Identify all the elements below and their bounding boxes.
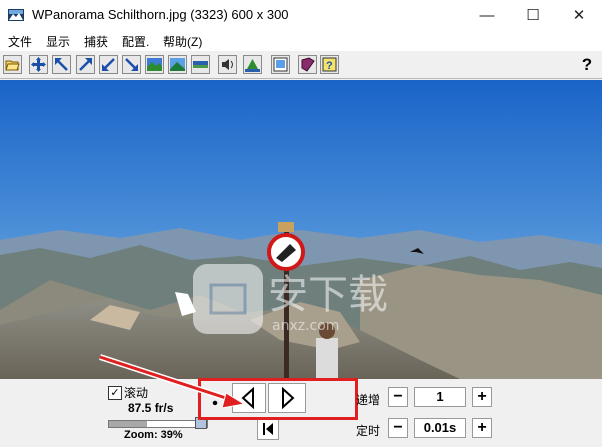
scroll-checkbox[interactable]: ✓ [108, 386, 122, 400]
menu-bar: 文件 显示 捕获 配置. 帮助(Z) [0, 30, 602, 51]
close-button[interactable]: ✕ [556, 0, 602, 30]
highlight-box [198, 378, 358, 420]
arrow-diagonal-down-button[interactable] [99, 55, 118, 74]
minimize-button[interactable]: — [464, 0, 510, 30]
menu-capture[interactable]: 捕获 [84, 33, 108, 50]
speed-readout: 87.5 fr/s [128, 401, 174, 415]
open-file-button[interactable] [3, 55, 22, 74]
zoom-label: Zoom: 39% [124, 429, 183, 441]
increment-value-field[interactable]: 1 [414, 387, 466, 407]
increment-label: 递增 [356, 393, 381, 407]
help-book-button[interactable]: ? [320, 55, 339, 74]
svg-text:?: ? [326, 60, 333, 72]
landscape-view-button[interactable] [145, 55, 164, 74]
window-title: WPanorama Schilthorn.jpg (3323) 600 x 30… [32, 7, 289, 22]
sound-button[interactable] [218, 55, 237, 74]
menu-file[interactable]: 文件 [8, 33, 32, 50]
increment-minus-button[interactable]: − [388, 387, 408, 407]
skip-back-icon [258, 423, 278, 442]
landscape-gradient-button[interactable] [168, 55, 187, 74]
arrow-diagonal-up-button[interactable] [76, 55, 95, 74]
arrow-up-left-button[interactable] [52, 55, 71, 74]
panorama-strip-button[interactable] [191, 55, 210, 74]
move-all-button[interactable] [29, 55, 48, 74]
timer-label: 定时 [356, 424, 381, 438]
rewind-button[interactable] [257, 418, 279, 440]
mountain-peak-button[interactable] [243, 55, 262, 74]
book-button[interactable] [298, 55, 317, 74]
title-bar: WPanorama Schilthorn.jpg (3323) 600 x 30… [0, 0, 602, 30]
menu-view[interactable]: 显示 [46, 33, 70, 50]
timer-minus-button[interactable]: − [388, 418, 408, 438]
control-panel: ✓ 滚动 87.5 fr/s Zoom: 39% ⏺ 递增 − 1 + 定时 −… [0, 378, 602, 447]
maximize-button[interactable]: ☐ [510, 0, 556, 30]
screen-capture-button[interactable] [271, 55, 290, 74]
menu-help[interactable]: 帮助(Z) [163, 33, 202, 50]
zoom-slider-fill [109, 421, 148, 427]
menu-config[interactable]: 配置. [122, 33, 149, 50]
timer-plus-button[interactable]: + [472, 418, 492, 438]
watermark-subtext: anxz.com [272, 318, 339, 334]
app-icon [8, 7, 24, 23]
scroll-checkbox-label[interactable]: 滚动 [124, 384, 148, 401]
zoom-slider[interactable] [108, 420, 208, 428]
panorama-view[interactable]: 安下载 anxz.com [0, 80, 602, 379]
toolbar: ? [0, 53, 602, 79]
arrow-down-right-button[interactable] [122, 55, 141, 74]
timer-value-field[interactable]: 0.01s [414, 418, 466, 438]
increment-plus-button[interactable]: + [472, 387, 492, 407]
watermark-text: 安下载 [268, 272, 388, 318]
panorama-image: 安下载 anxz.com [0, 80, 602, 379]
help-button[interactable]: ? [578, 55, 596, 75]
